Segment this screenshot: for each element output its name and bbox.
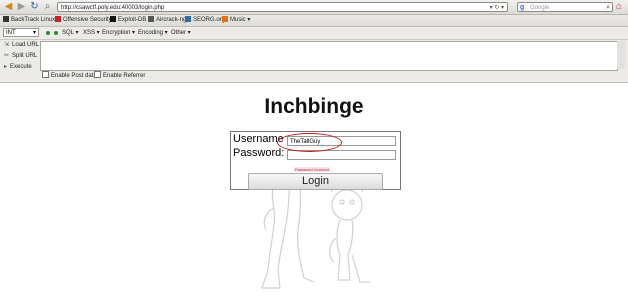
bookmark-offensive-security[interactable]: Offensive Security (55, 16, 112, 25)
search-engine-box[interactable]: g Google ⌕ (517, 2, 613, 12)
menu-encoding[interactable]: Encoding ▾ (138, 28, 168, 38)
url-text: http://csawctf.poly.edu:40003/login.php (61, 5, 165, 11)
back-icon[interactable]: ◀ (2, 1, 15, 13)
chevron-down-icon: ▾ (32, 30, 36, 36)
error-message: Password incorrect (294, 167, 331, 172)
exploit-db-icon (110, 16, 116, 22)
search-icon[interactable]: ⌕ (41, 1, 54, 13)
magnifier-icon[interactable]: ⌕ (606, 3, 610, 13)
split-url-button[interactable]: ✂ Split URL (4, 51, 37, 61)
offsec-icon (55, 16, 61, 22)
execute-button[interactable]: ▸ Execute (4, 62, 32, 72)
split-url-icon: ✂ (4, 53, 10, 59)
google-icon: g (520, 4, 525, 11)
forward-icon[interactable]: ▶ (15, 1, 28, 13)
url-bar[interactable]: http://csawctf.poly.edu:40003/login.php … (57, 2, 508, 12)
enable-post-data-checkbox[interactable]: Enable Post data (42, 71, 97, 81)
load-url-button[interactable]: ⇲ Load URL (4, 40, 39, 50)
menu-encryption[interactable]: Encryption ▾ (102, 28, 135, 38)
hackbar-select[interactable]: INT ▾ (3, 28, 39, 37)
menu-xss[interactable]: XSS ▾ (83, 28, 100, 38)
bookmark-exploit-db[interactable]: Exploit-DB (110, 16, 146, 25)
increase-icon[interactable] (54, 31, 58, 35)
seorg-icon (185, 16, 191, 22)
bookmarks-toolbar: BackTrack Linux Offensive Security Explo… (0, 15, 628, 27)
navigation-toolbar: ◀ ▶ ↻ ⌕ http://csawctf.poly.edu:40003/lo… (0, 0, 628, 15)
reload-icon[interactable]: ↻ (28, 1, 41, 13)
hackbar-toolbar: INT ▾ SQL ▾ XSS ▾ Encryption ▾ Encoding ▾… (0, 27, 628, 40)
hackbar-url-textarea[interactable] (40, 41, 618, 71)
decrease-icon[interactable] (46, 31, 50, 35)
backtrack-icon (3, 16, 9, 22)
search-engine-placeholder: Google (530, 5, 550, 11)
home-icon[interactable]: ⌂ (616, 1, 622, 13)
execute-icon: ▸ (4, 64, 8, 70)
bookmark-music[interactable]: Music ▾ (222, 16, 250, 25)
hackbar-panel: ⇲ Load URL ✂ Split URL ▸ Execute Enable Pos… (0, 40, 628, 83)
enable-referrer-checkbox[interactable]: Enable Referrer (94, 71, 145, 81)
music-folder-icon (222, 16, 228, 22)
highlight-ellipse (277, 133, 342, 152)
login-button[interactable]: Login (248, 173, 383, 190)
bookmark-seorg[interactable]: SEORG.org (185, 16, 225, 25)
textarea-scrollbar[interactable] (617, 41, 625, 69)
load-url-icon: ⇲ (4, 42, 10, 48)
password-label: Password: (233, 147, 285, 159)
aircrack-icon (148, 16, 154, 22)
bookmark-backtrack[interactable]: BackTrack Linux (3, 16, 55, 25)
menu-sql[interactable]: SQL ▾ (62, 28, 78, 38)
bookmark-aircrack[interactable]: Aircrack-ng (148, 16, 186, 25)
url-dropdown-icon[interactable]: ▾ ↻ ▾ (490, 3, 504, 13)
page-title: Inchbinge (264, 95, 364, 118)
menu-other[interactable]: Other ▾ (171, 28, 191, 38)
